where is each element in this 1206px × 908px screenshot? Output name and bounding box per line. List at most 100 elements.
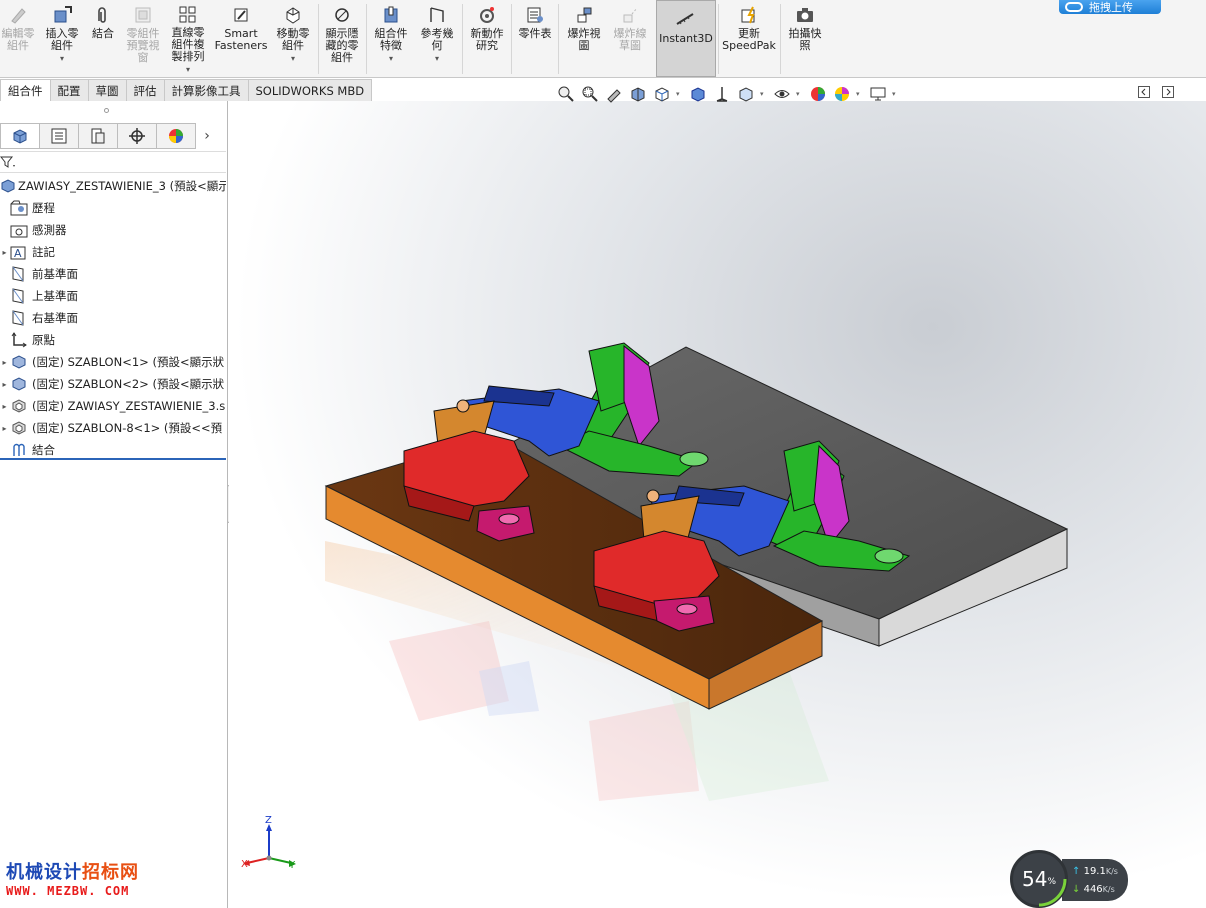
graphics-area[interactable]: Z X Y	[229, 101, 1206, 908]
chevron-down-icon[interactable]: ▾	[389, 53, 393, 65]
explode-line-sketch-icon	[619, 4, 641, 26]
tree-item-zawiasy-sub[interactable]: ▸ (固定) ZAWIASY_ZESTAWIENIE_3.s	[0, 395, 226, 417]
chevron-down-icon[interactable]: ▾	[760, 90, 768, 98]
link-icon	[1065, 2, 1083, 12]
component-preview-label: 零組件 預覽視 窗	[126, 27, 160, 64]
assembly-features-button[interactable]: 組合件 特徵 ▾	[370, 4, 412, 76]
filter-funnel-icon[interactable]	[0, 154, 16, 170]
tree-item-front-plane[interactable]: 前基準面	[0, 263, 226, 285]
tree-item-sensors[interactable]: 感測器	[0, 219, 226, 241]
tab-render-tools[interactable]: 計算影像工具	[163, 79, 249, 101]
tab-sketch[interactable]: 草圖	[87, 79, 127, 101]
exploded-view-button[interactable]: 爆炸視 圖	[562, 4, 606, 76]
ribbon-divider	[318, 4, 319, 74]
rollback-bar[interactable]	[0, 458, 226, 460]
assembly-cube-icon	[13, 129, 27, 144]
show-hidden-components-button[interactable]: 顯示隱 藏的零 組件	[320, 4, 364, 76]
display-manager-tab[interactable]	[156, 123, 196, 149]
zoom-to-area-icon[interactable]	[580, 84, 600, 104]
sensor-icon	[9, 221, 29, 239]
chevron-down-icon[interactable]: ▾	[291, 53, 295, 65]
instant3d-button[interactable]: Instant3D	[656, 0, 716, 77]
take-snapshot-button[interactable]: 拍攝快 照	[784, 4, 826, 76]
more-tabs-chevron-right-icon[interactable]: ›	[195, 123, 219, 149]
tree-item-right-plane[interactable]: 右基準面	[0, 307, 226, 329]
tree-item-top-plane[interactable]: 上基準面	[0, 285, 226, 307]
tree-item-label: (固定) SZABLON-8<1> (預設<<預	[32, 421, 223, 435]
edit-appearance-icon[interactable]	[736, 84, 756, 104]
move-component-button[interactable]: 移動零 組件 ▾	[272, 4, 314, 76]
expand-arrow-icon[interactable]: ▸	[0, 248, 9, 257]
ribbon-divider	[558, 4, 559, 74]
linear-pattern-button[interactable]: 直線零 組件複 製排列 ▾	[167, 4, 209, 76]
watermark-title: 机械设计招标网	[6, 862, 139, 883]
hide-show-items-icon[interactable]	[712, 84, 732, 104]
dimxpert-tab[interactable]	[117, 123, 157, 149]
reference-geometry-button[interactable]: 參考幾 何 ▾	[415, 4, 459, 76]
tab-assembly[interactable]: 組合件	[0, 79, 51, 101]
expand-arrow-icon[interactable]: ▸	[0, 358, 9, 367]
collapse-right-icon[interactable]	[1162, 86, 1174, 98]
tree-item-szablon-1[interactable]: ▸ (固定) SZABLON<1> (預設<顯示狀	[0, 351, 226, 373]
ribbon-divider	[780, 4, 781, 74]
new-motion-study-button[interactable]: 新動作 研究	[465, 4, 509, 76]
mate-button[interactable]: 結合	[88, 4, 118, 76]
tree-item-history[interactable]: 歷程	[0, 197, 226, 219]
monitor-display-icon[interactable]	[868, 84, 888, 104]
scene-icon[interactable]	[832, 84, 852, 104]
move-component-icon	[282, 4, 304, 26]
chevron-down-icon[interactable]: ▾	[892, 90, 900, 98]
chevron-down-icon[interactable]: ▾	[796, 90, 804, 98]
chevron-down-icon[interactable]: ▾	[60, 53, 64, 65]
tree-item-origin[interactable]: 原點	[0, 329, 226, 351]
chevron-down-icon[interactable]: ▾	[676, 90, 684, 98]
reference-geometry-label: 參考幾 何	[420, 27, 454, 52]
bom-label: 零件表	[518, 27, 552, 40]
bill-of-materials-button[interactable]: 零件表	[514, 4, 556, 76]
display-style-icon[interactable]	[688, 84, 708, 104]
component-preview-button[interactable]: 零組件 預覽視 窗	[122, 4, 164, 76]
view-orientation-icon[interactable]	[652, 84, 672, 104]
assembly-features-label: 組合件 特徵	[374, 27, 408, 52]
network-speed-widget[interactable]: ↑ 19.1K/s ↓ 446K/s 54%	[1010, 850, 1130, 908]
smart-fasteners-button[interactable]: Smart Fasteners	[214, 4, 268, 76]
reference-geometry-icon	[426, 4, 448, 26]
tab-evaluate[interactable]: 評估	[125, 79, 165, 101]
insert-component-button[interactable]: 插入零 組件 ▾	[40, 4, 84, 76]
coordinate-triad: Z X Y	[241, 815, 296, 871]
component-preview-icon	[132, 4, 154, 26]
eye-visibility-icon[interactable]	[772, 84, 792, 104]
expand-arrow-icon[interactable]: ▸	[0, 402, 9, 411]
collapse-left-icon[interactable]	[1138, 86, 1150, 98]
tree-item-annotations[interactable]: ▸ A 註記	[0, 241, 226, 263]
tree-item-szablon-8[interactable]: ▸ (固定) SZABLON-8<1> (預設<<預	[0, 417, 226, 439]
tab-solidworks-mbd[interactable]: SOLIDWORKS MBD	[247, 79, 373, 101]
upload-speed: 19.1	[1083, 866, 1106, 877]
tree-item-szablon-2[interactable]: ▸ (固定) SZABLON<2> (預設<顯示狀	[0, 373, 226, 395]
tree-root-assembly[interactable]: ZAWIASY_ZESTAWIENIE_3 (預設<顯示	[0, 175, 226, 197]
subassembly-icon	[9, 397, 29, 415]
update-speedpak-button[interactable]: 更新 SpeedPak	[722, 4, 776, 76]
featuremanager-tab[interactable]	[0, 123, 40, 149]
ribbon-divider	[366, 4, 367, 74]
section-view-icon[interactable]	[628, 84, 648, 104]
appearance-color-icon[interactable]	[808, 84, 828, 104]
edit-component-button[interactable]: 編輯零 組件	[0, 4, 36, 76]
chevron-down-icon[interactable]: ▾	[435, 53, 439, 65]
edit-component-label: 編輯零 組件	[1, 27, 35, 52]
tab-configurations[interactable]: 配置	[49, 79, 89, 101]
propertymanager-tab[interactable]	[39, 123, 79, 149]
expand-arrow-icon[interactable]: ▸	[0, 380, 9, 389]
configurationmanager-tab[interactable]	[78, 123, 118, 149]
panel-grip[interactable]	[104, 108, 109, 113]
tree-item-label: 結合	[32, 443, 55, 457]
expand-arrow-icon[interactable]: ▸	[0, 424, 9, 433]
chevron-down-icon[interactable]: ▾	[856, 90, 864, 98]
snapshot-label: 拍攝快 照	[788, 27, 822, 52]
zoom-to-fit-icon[interactable]	[556, 84, 576, 104]
download-arrow-icon: ↓	[1072, 884, 1081, 895]
chevron-down-icon[interactable]: ▾	[186, 64, 190, 76]
explode-line-sketch-button[interactable]: 爆炸線 草圖	[608, 4, 652, 76]
previous-view-icon[interactable]	[604, 84, 624, 104]
upload-button[interactable]: 拖拽上传	[1059, 0, 1161, 14]
